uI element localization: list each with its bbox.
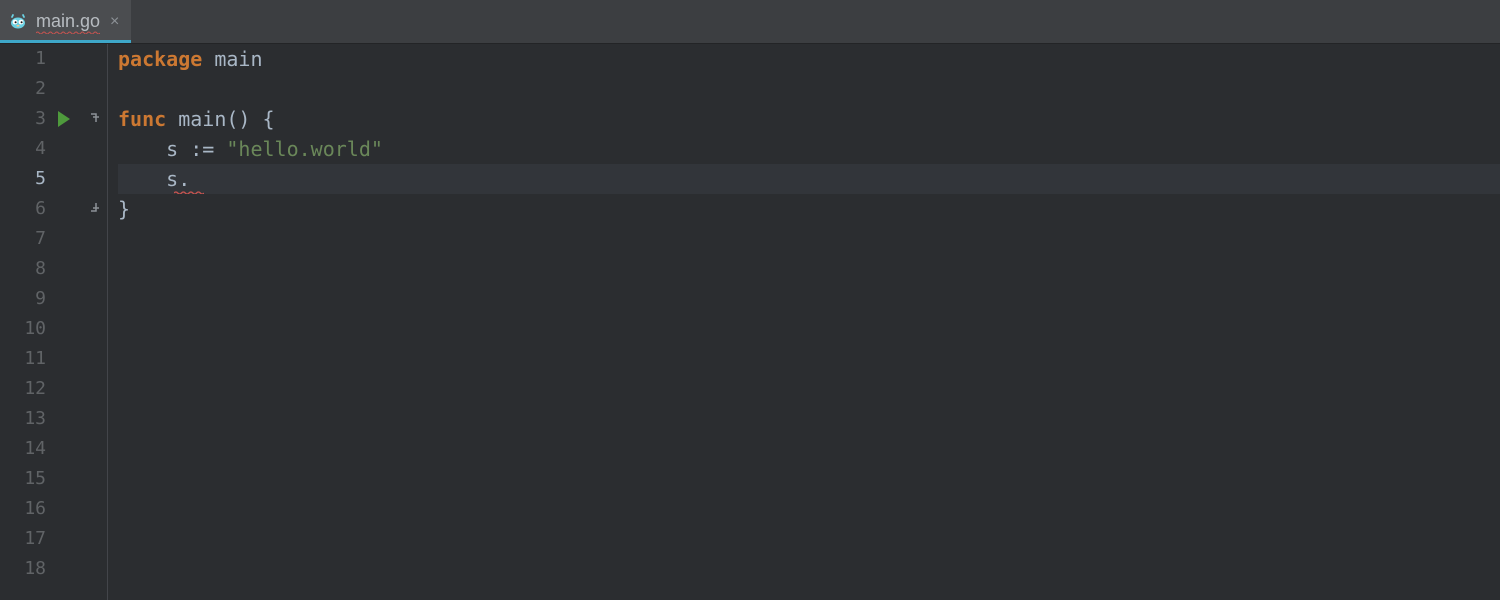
package-name: main	[214, 47, 262, 71]
line-number[interactable]: 3	[0, 104, 46, 134]
indent	[118, 137, 166, 161]
code-line[interactable]	[118, 254, 1500, 284]
func-name: main	[178, 107, 226, 131]
code-line[interactable]	[118, 434, 1500, 464]
code-editor[interactable]: 1 2 3 4 5 6 7 8 9 10 11 12 13 14 15 16 1…	[0, 44, 1500, 600]
line-number[interactable]: 8	[0, 254, 46, 284]
tab-filename-text: main.go	[36, 11, 100, 31]
line-number[interactable]: 11	[0, 344, 46, 374]
line-number[interactable]: 2	[0, 74, 46, 104]
code-line[interactable]	[118, 374, 1500, 404]
closing-brace: }	[118, 197, 130, 221]
code-line[interactable]	[118, 404, 1500, 434]
error-underline-icon	[174, 191, 204, 194]
line-number[interactable]: 14	[0, 434, 46, 464]
code-line[interactable]	[118, 344, 1500, 374]
code-line[interactable]	[118, 494, 1500, 524]
line-number[interactable]: 1	[0, 44, 46, 74]
indent	[118, 167, 166, 191]
code-line[interactable]: s.	[118, 164, 1500, 194]
string-literal: "hello.world"	[226, 137, 383, 161]
keyword-package: package	[118, 47, 202, 71]
var-s: s	[166, 137, 178, 161]
line-number[interactable]: 6	[0, 194, 46, 224]
code-line[interactable]: package main	[118, 44, 1500, 74]
line-number[interactable]: 4	[0, 134, 46, 164]
line-number[interactable]: 9	[0, 284, 46, 314]
error-token: .	[178, 164, 190, 194]
run-gutter	[52, 44, 86, 600]
tab-filename: main.go	[36, 11, 100, 32]
code-line[interactable]: }	[118, 194, 1500, 224]
line-number[interactable]: 5	[0, 164, 46, 194]
fold-open-icon[interactable]	[90, 112, 102, 124]
tab-bar: main.go ×	[0, 0, 1500, 44]
code-line[interactable]	[118, 314, 1500, 344]
code-line[interactable]	[118, 554, 1500, 584]
line-number[interactable]: 16	[0, 494, 46, 524]
line-number[interactable]: 13	[0, 404, 46, 434]
tab-main-go[interactable]: main.go ×	[0, 0, 131, 43]
line-number[interactable]: 12	[0, 374, 46, 404]
line-number[interactable]: 15	[0, 464, 46, 494]
fold-gutter	[86, 44, 108, 600]
close-tab-icon[interactable]: ×	[108, 12, 121, 32]
line-number[interactable]: 7	[0, 224, 46, 254]
error-underline-icon	[36, 31, 100, 34]
var-s: s	[166, 167, 178, 191]
fold-close-icon[interactable]	[90, 202, 102, 214]
active-tab-underline	[0, 40, 131, 43]
code-line[interactable]	[118, 524, 1500, 554]
line-number[interactable]: 18	[0, 554, 46, 584]
keyword-func: func	[118, 107, 166, 131]
line-number[interactable]: 10	[0, 314, 46, 344]
code-area[interactable]: package main func main() { s := "hello.w…	[108, 44, 1500, 600]
go-file-icon	[8, 12, 28, 32]
dot: .	[178, 167, 190, 191]
code-line[interactable]: s := "hello.world"	[118, 134, 1500, 164]
code-line[interactable]	[118, 464, 1500, 494]
line-number-gutter[interactable]: 1 2 3 4 5 6 7 8 9 10 11 12 13 14 15 16 1…	[0, 44, 52, 600]
short-assign: :=	[178, 137, 226, 161]
code-line[interactable]: func main() {	[118, 104, 1500, 134]
code-line[interactable]	[118, 74, 1500, 104]
line-number[interactable]: 17	[0, 524, 46, 554]
func-signature: () {	[226, 107, 274, 131]
run-main-icon[interactable]	[58, 111, 70, 127]
code-line[interactable]	[118, 224, 1500, 254]
code-line[interactable]	[118, 284, 1500, 314]
